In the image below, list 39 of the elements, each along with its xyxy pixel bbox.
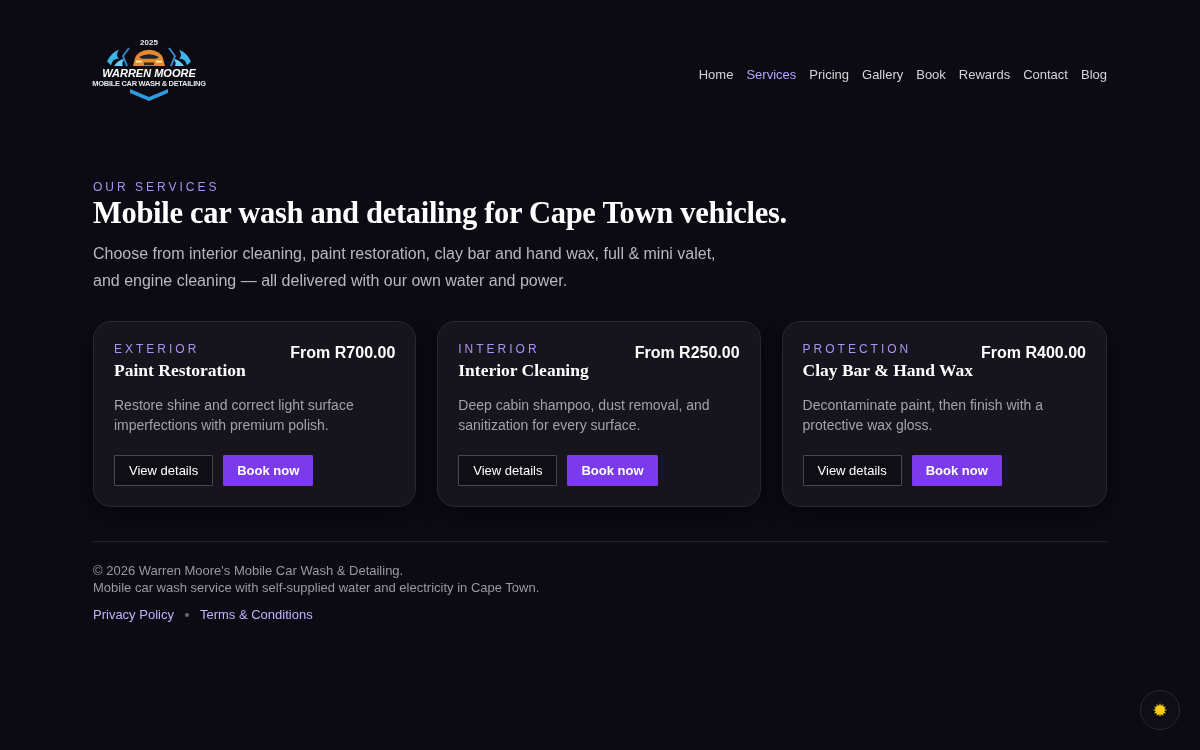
- service-description: Restore shine and correct light surface imperfections with premium polish.: [114, 396, 355, 435]
- theme-toggle-button[interactable]: [1140, 690, 1180, 730]
- service-category: INTERIOR: [458, 342, 541, 356]
- footer-tagline: Mobile car wash service with self-supplied water and electricity in Cape Town.: [93, 579, 541, 596]
- footer-link[interactable]: Privacy Policy: [93, 606, 174, 623]
- service-category: EXTERIOR: [114, 342, 201, 356]
- logo-year: 2025: [140, 38, 158, 47]
- nav-link[interactable]: Rewards: [958, 66, 1011, 82]
- service-title: Paint Restoration: [114, 359, 246, 381]
- view-details-button[interactable]: View details: [458, 455, 558, 486]
- footer-link[interactable]: Terms & Conditions: [199, 606, 313, 623]
- book-now-button[interactable]: Book now: [567, 455, 658, 486]
- copyright-text: © 2026 Warren Moore's Mobile Car Wash & Detailing.: [93, 562, 405, 579]
- nav-link[interactable]: Book: [916, 66, 946, 82]
- intro-paragraph: Choose from interior cleaning, paint restoration, clay bar and hand wax, full & mini valet, and engine cleaning — all delivered with our own water and power.: [93, 244, 717, 291]
- service-price: From R250.00: [634, 343, 740, 363]
- nav-link[interactable]: Blog: [1080, 66, 1107, 82]
- service-title: Clay Bar & Hand Wax: [802, 359, 974, 381]
- book-now-button[interactable]: Book now: [223, 455, 314, 486]
- service-price: From R700.00: [290, 343, 396, 363]
- nav-link[interactable]: Pricing: [809, 66, 850, 82]
- page-heading: Mobile car wash and detailing for Cape Town vehicles.: [93, 195, 788, 231]
- book-now-button[interactable]: Book now: [911, 455, 1002, 486]
- nav-link[interactable]: Contact: [1023, 66, 1068, 82]
- section-eyebrow: OUR SERVICES: [93, 180, 221, 194]
- service-price: From R400.00: [981, 343, 1086, 363]
- view-details-button[interactable]: View details: [114, 455, 214, 486]
- view-details-button[interactable]: View details: [802, 455, 902, 486]
- service-description: Decontaminate paint, then finish with a protective wax gloss.: [802, 396, 1045, 435]
- nav-link[interactable]: Services: [746, 66, 797, 82]
- separator-dot-icon: [184, 612, 189, 617]
- sun-icon: [1153, 703, 1167, 717]
- nav-link[interactable]: Home: [698, 66, 734, 82]
- nav-link[interactable]: Gallery: [862, 66, 904, 82]
- service-description: Deep cabin shampoo, dust removal, and sanitization for every surface.: [458, 396, 711, 435]
- service-title: Interior Cleaning: [458, 359, 589, 381]
- logo-name: WARREN MOORE: [102, 67, 196, 79]
- service-category: PROTECTION: [802, 342, 913, 356]
- chevron-icon: [129, 89, 169, 101]
